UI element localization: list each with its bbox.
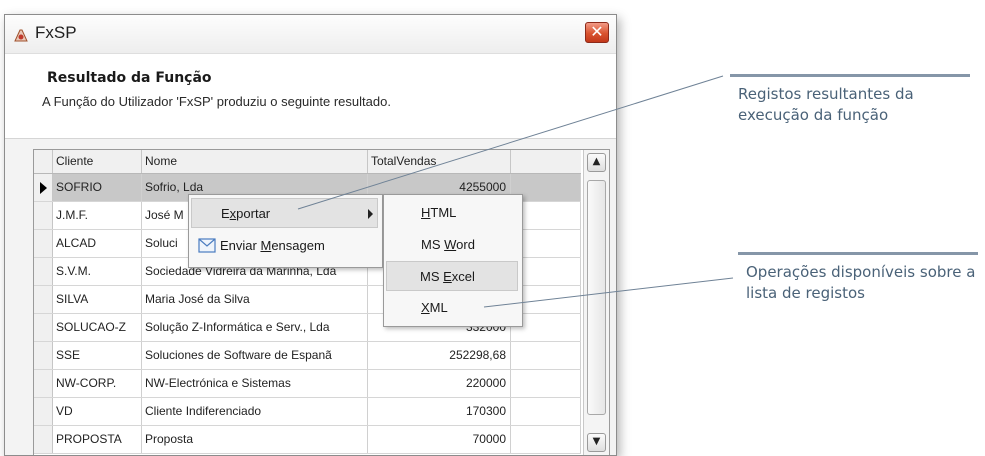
callout-line-operacoes	[483, 277, 734, 308]
callout-line-registos	[297, 75, 724, 210]
callout-operacoes-text: Operações disponíveis sobre a lista de r…	[746, 263, 976, 302]
callout-lines	[297, 75, 734, 308]
callout-registos-text: Registos resultantes da execução da funç…	[738, 85, 914, 124]
callout-bar	[738, 252, 978, 255]
callout-bar	[730, 74, 970, 77]
